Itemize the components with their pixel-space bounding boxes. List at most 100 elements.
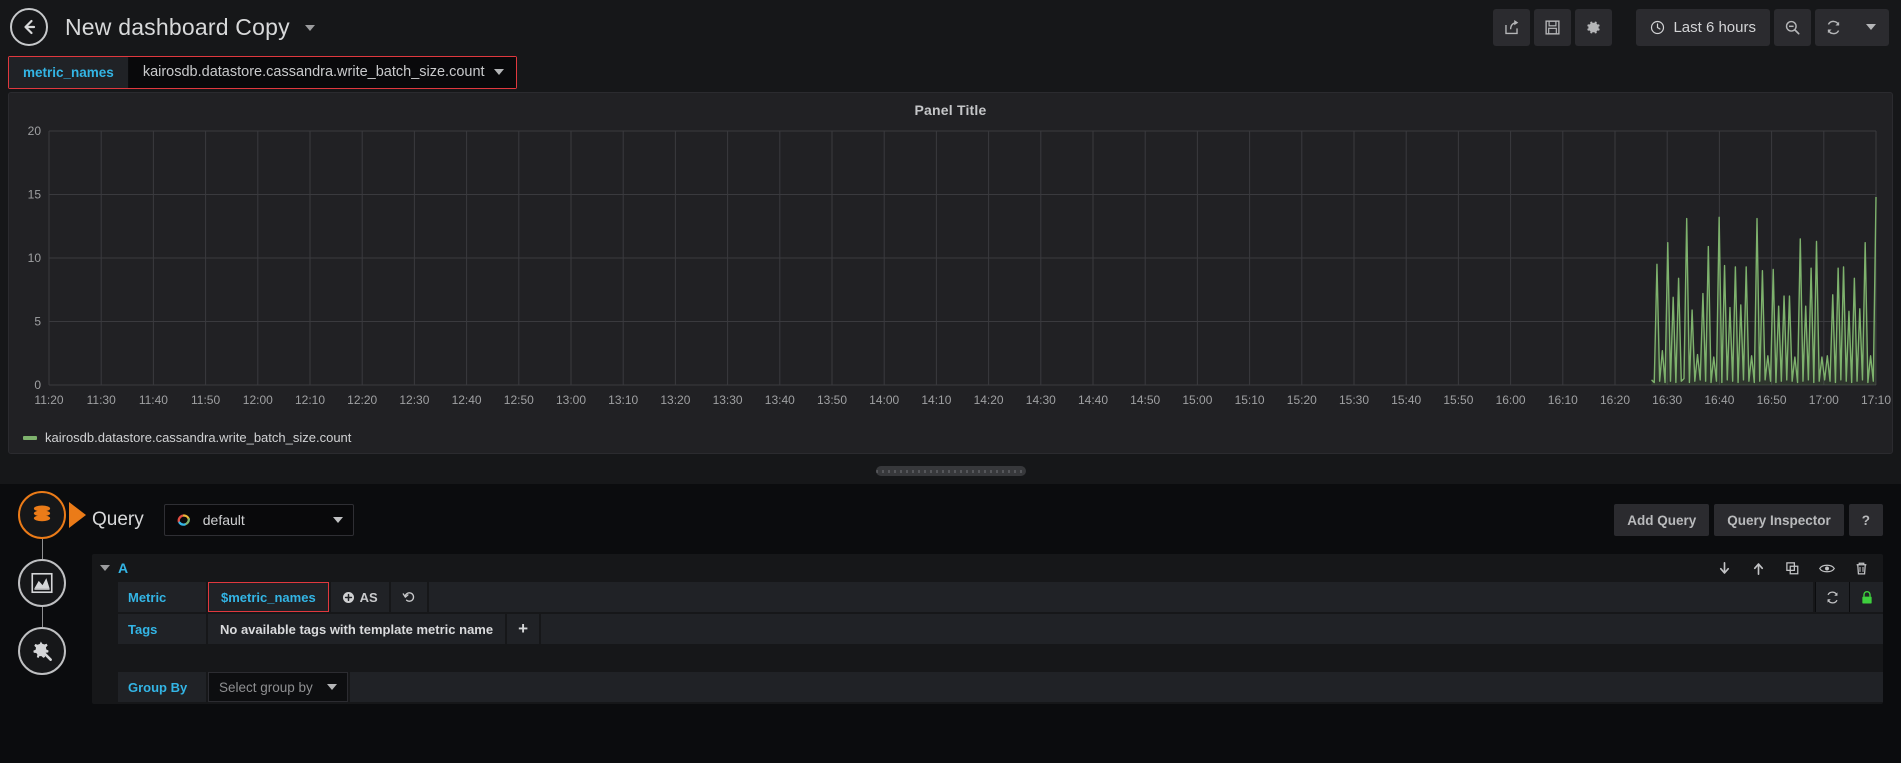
svg-text:15:40: 15:40 (1391, 393, 1421, 407)
database-icon (33, 505, 51, 522)
svg-text:13:40: 13:40 (765, 393, 795, 407)
add-tag-button[interactable]: + (507, 614, 540, 644)
clock-icon (1651, 20, 1665, 34)
group-by-select[interactable]: Select group by (208, 672, 348, 702)
query-help-button[interactable]: ? (1848, 504, 1883, 536)
editor-tab-rail (8, 491, 76, 675)
plot-area[interactable]: 0 5 10 15 20 11:20 11:30 11:40 11:50 12:00 12:10 12… (9, 119, 1894, 419)
svg-text:16:30: 16:30 (1652, 393, 1682, 407)
svg-text:15:20: 15:20 (1287, 393, 1317, 407)
refresh-dashboard-button[interactable] (1815, 9, 1852, 46)
svg-text:15: 15 (28, 188, 42, 202)
tags-value[interactable]: No available tags with template metric n… (208, 614, 506, 644)
metric-alias-as-button[interactable]: AS (330, 582, 389, 612)
time-range-picker[interactable]: Last 6 hours (1636, 8, 1770, 46)
svg-text:14:10: 14:10 (921, 393, 951, 407)
group-by-placeholder: Select group by (219, 679, 313, 695)
template-variable-value: kairosdb.datastore.cassandra.write_batch… (142, 64, 485, 80)
graph-panel: Panel Title 0 5 10 15 20 11:20 11:30 11:40 11:50… (8, 92, 1893, 454)
metric-row-right-icons (1815, 582, 1883, 612)
query-fields: Metric $metric_names AS Tags No availabl… (118, 582, 1883, 702)
metric-alias-as-label: AS (359, 589, 378, 605)
plus-circle-icon (342, 591, 354, 603)
gear-icon (1587, 21, 1601, 33)
panel-title[interactable]: Panel Title (9, 93, 1892, 118)
dashboard-title-text: New dashboard Copy (65, 13, 290, 40)
save-dashboard-button[interactable] (1534, 8, 1572, 46)
svg-text:13:50: 13:50 (817, 393, 847, 407)
remove-query-icon[interactable] (1854, 561, 1869, 576)
svg-text:14:50: 14:50 (1130, 393, 1160, 407)
legend-color-swatch (23, 435, 37, 440)
zoom-out-button[interactable] (1774, 8, 1811, 46)
svg-text:12:00: 12:00 (243, 393, 273, 407)
metric-reset-button[interactable] (390, 582, 427, 612)
query-header-actions: Add Query Query Inspector ? (1614, 504, 1883, 536)
refresh-icon (1827, 20, 1840, 34)
refresh-metric-button[interactable] (1815, 582, 1849, 612)
datasource-picker[interactable]: default (163, 504, 354, 536)
query-letter[interactable]: A (118, 560, 128, 576)
caret-down-icon (332, 517, 343, 523)
refresh-icon (1827, 591, 1838, 603)
svg-text:11:20: 11:20 (34, 393, 63, 407)
group-by-row: Group By Select group by (118, 672, 1883, 702)
move-query-down-icon[interactable] (1717, 561, 1732, 576)
gear-wrench-icon (33, 641, 52, 661)
chevron-down-icon (1865, 24, 1876, 30)
svg-text:12:40: 12:40 (452, 393, 482, 407)
lock-query-button[interactable] (1849, 582, 1883, 612)
svg-text:15:50: 15:50 (1443, 393, 1473, 407)
tab-connector (41, 539, 43, 559)
metric-value-field[interactable]: $metric_names (208, 582, 329, 612)
refresh-interval-dropdown[interactable] (1852, 9, 1889, 46)
svg-text:12:30: 12:30 (399, 393, 429, 407)
time-range-label: Last 6 hours (1673, 18, 1756, 36)
query-row-a: A Metric $metric_names AS Tags No availa… (92, 554, 1883, 704)
legend-series-label[interactable]: kairosdb.datastore.cassandra.write_batch… (45, 430, 351, 445)
template-variable-value-dropdown[interactable]: kairosdb.datastore.cassandra.write_batch… (128, 56, 516, 88)
datasource-value: default (202, 512, 245, 528)
query-row-actions (1717, 561, 1883, 576)
svg-text:16:40: 16:40 (1704, 393, 1734, 407)
toggle-query-visibility-icon[interactable] (1819, 561, 1835, 576)
top-navbar: New dashboard Copy Last 6 hours (0, 0, 1901, 54)
visualization-tab[interactable] (18, 559, 66, 607)
duplicate-query-icon[interactable] (1785, 561, 1800, 576)
move-query-up-icon[interactable] (1751, 561, 1766, 576)
search-minus-icon (1785, 20, 1800, 35)
collapse-query-caret-icon[interactable] (100, 565, 110, 571)
panel-resize-handle[interactable] (876, 466, 1026, 476)
svg-text:17:10: 17:10 (1861, 393, 1891, 407)
tags-label: Tags (118, 614, 206, 644)
svg-text:15:00: 15:00 (1182, 393, 1212, 407)
general-settings-tab[interactable] (18, 627, 66, 675)
back-button[interactable] (10, 8, 48, 46)
query-section-label: Query (92, 509, 144, 530)
metric-label: Metric (118, 582, 206, 612)
dashboard-settings-button[interactable] (1575, 8, 1613, 46)
tags-row: Tags No available tags with template met… (118, 614, 1883, 644)
svg-text:14:00: 14:00 (869, 393, 899, 407)
metric-row-filler (428, 582, 1813, 612)
query-inspector-button[interactable]: Query Inspector (1714, 504, 1844, 536)
svg-text:13:10: 13:10 (608, 393, 638, 407)
share-dashboard-button[interactable] (1493, 8, 1531, 46)
tab-connector (41, 607, 43, 627)
svg-text:16:00: 16:00 (1496, 393, 1526, 407)
template-variable-metric-names[interactable]: metric_names kairosdb.datastore.cassandr… (8, 55, 517, 89)
chart-legend: kairosdb.datastore.cassandra.write_batch… (23, 430, 351, 445)
plus-icon: + (518, 619, 529, 638)
svg-text:13:30: 13:30 (713, 393, 743, 407)
topnav-actions: Last 6 hours (1493, 8, 1901, 46)
queries-tab[interactable] (18, 491, 66, 539)
dashboard-title[interactable]: New dashboard Copy (65, 13, 316, 41)
svg-text:11:40: 11:40 (139, 393, 168, 407)
svg-text:13:00: 13:00 (556, 393, 586, 407)
svg-text:5: 5 (34, 315, 41, 329)
svg-text:16:50: 16:50 (1757, 393, 1787, 407)
chart-area-icon (31, 572, 53, 594)
svg-text:17:00: 17:00 (1809, 393, 1839, 407)
add-query-button[interactable]: Add Query (1614, 504, 1710, 536)
svg-text:15:10: 15:10 (1235, 393, 1265, 407)
